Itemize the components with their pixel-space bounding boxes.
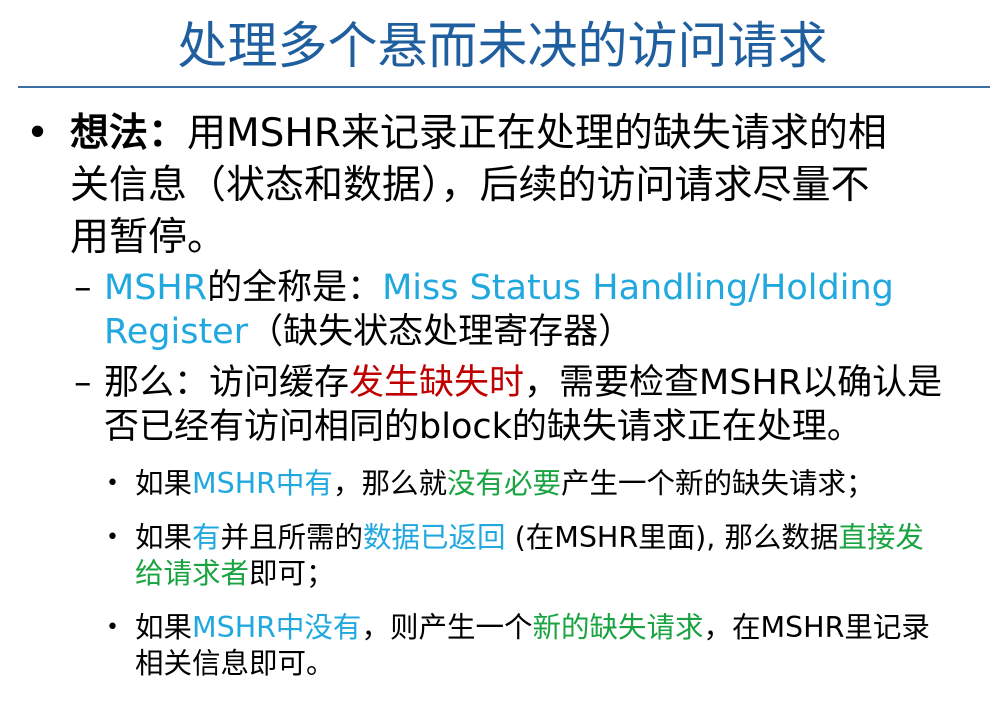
small-bullet: • — [106, 525, 119, 550]
bullet-dot: • — [26, 111, 50, 156]
mshr-term: MSHR — [104, 268, 208, 308]
mshr-fullname: Miss Status Handling/Holding — [382, 268, 894, 308]
main-bullet-line-3: 用暂停。 — [70, 215, 227, 260]
dash-marker: – — [74, 268, 92, 308]
item-data-returned: • 如果有并且所需的数据已返回 (在MSHR里面), 那么数据直接发 给请求者即… — [106, 521, 924, 590]
small-bullet: • — [106, 471, 119, 496]
sub-bullet-check-mshr: – 那么：访问缓存发生缺失时，需要检查MSHR以确认是 否已经有访问相同的blo… — [74, 363, 943, 447]
main-bullet-line-1: 想法：用MSHR来记录正在处理的缺失请求的相 — [70, 108, 970, 160]
item-mshr-has: • 如果MSHR中有，那么就没有必要产生一个新的缺失请求； — [106, 467, 875, 500]
main-text-1: 用MSHR来记录正在处理的缺失请求的相 — [187, 111, 887, 156]
main-bullet: • 想法：用MSHR来记录正在处理的缺失请求的相 关信息（状态和数据），后续的访… — [26, 108, 970, 264]
mshr-fullname-cont: Register — [104, 312, 249, 352]
slide-title: 处理多个悬而未决的访问请求 — [177, 17, 828, 75]
miss-highlight: 发生缺失时 — [349, 363, 525, 403]
title-divider — [18, 86, 990, 88]
main-bullet-line-2: 关信息（状态和数据），后续的访问请求尽量不 — [70, 163, 870, 208]
idea-label: 想法： — [70, 111, 188, 156]
dash-marker: – — [74, 363, 92, 403]
small-bullet: • — [106, 615, 119, 640]
sub-bullet-mshr-name: – MSHR的全称是：Miss Status Handling/Holding … — [74, 268, 894, 352]
item-mshr-none: • 如果MSHR中没有，则产生一个新的缺失请求，在MSHR里记录 相关信息即可。 — [106, 611, 930, 680]
